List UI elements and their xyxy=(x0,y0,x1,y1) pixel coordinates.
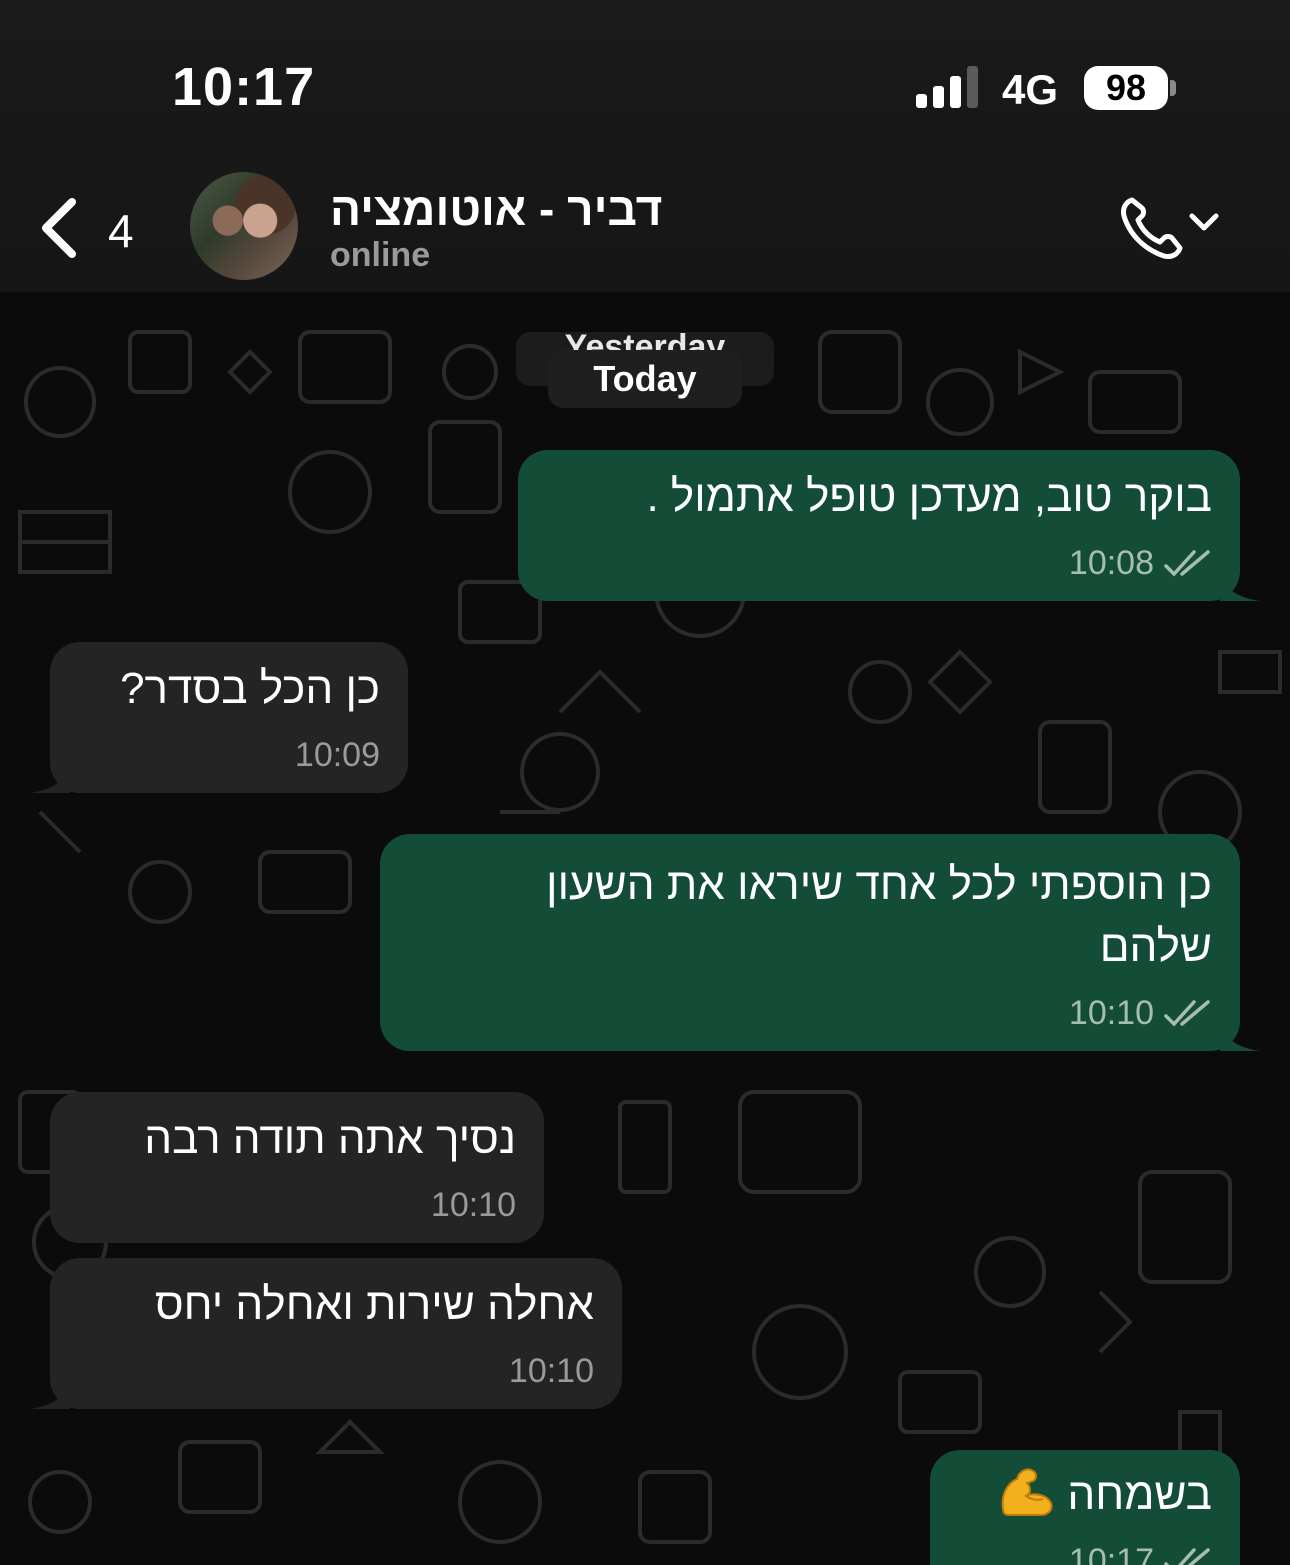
message-time: 10:17 xyxy=(1068,1542,1154,1565)
message-text-line: שלהם xyxy=(1099,922,1212,971)
bubble-tail xyxy=(1220,561,1260,601)
message-text: בשמחה xyxy=(993,1464,1212,1526)
chevron-down-icon xyxy=(1189,213,1219,231)
bubble-tail xyxy=(1220,1011,1260,1051)
message-text-line: כן הוספתי לכל אחד שיראו את השעון xyxy=(546,860,1212,909)
incoming-message[interactable]: כן הכל בסדר? 10:09 xyxy=(30,642,408,793)
battery-tip xyxy=(1170,80,1176,96)
network-type: 4G xyxy=(1002,66,1059,113)
incoming-message[interactable]: נסיך אתה תודה רבה 10:10 xyxy=(50,1092,544,1243)
message-text: כן הכל בסדר? xyxy=(120,664,380,713)
status-bar-time: 10:17 xyxy=(172,57,316,117)
call-button[interactable] xyxy=(1114,186,1234,266)
message-time: 10:08 xyxy=(1068,544,1154,582)
message-time: 10:09 xyxy=(294,736,380,774)
battery-indicator: 98 xyxy=(1084,66,1168,110)
contact-status: online xyxy=(330,236,431,274)
contact-avatar[interactable] xyxy=(190,172,298,280)
outgoing-message[interactable]: כן הוספתי לכל אחד שיראו את השעון שלהם 10… xyxy=(380,834,1260,1051)
contact-name[interactable]: דביר - אוטומציה xyxy=(330,182,662,236)
outgoing-message[interactable]: בוקר טוב, מעדכן טופל אתמול . 10:08 xyxy=(518,450,1260,601)
incoming-message[interactable]: אחלה שירות ואחלה יחס 10:10 xyxy=(30,1258,622,1409)
message-text-content: בשמחה xyxy=(1067,1470,1212,1519)
outgoing-message[interactable]: בשמחה 10:17 xyxy=(930,1450,1240,1565)
message-text: נסיך אתה תודה רבה xyxy=(144,1114,516,1163)
message-text: אחלה שירות ואחלה יחס xyxy=(154,1280,594,1329)
double-check-icon xyxy=(1164,1548,1210,1565)
date-chip-today: Today xyxy=(548,350,742,408)
double-check-icon xyxy=(1164,1000,1210,1027)
message-text: בוקר טוב, מעדכן טופל אתמול . xyxy=(646,472,1212,521)
message-time: 10:10 xyxy=(1068,994,1154,1032)
message-list[interactable]: Yesterday Today בוקר טוב, מעדכן טופל אתמ… xyxy=(0,292,1290,1565)
bubble-tail xyxy=(30,1369,70,1409)
message-time: 10:10 xyxy=(430,1186,516,1224)
chat-header: 10:17 4G 98 4 דביר - אוטומציה online xyxy=(0,0,1290,292)
back-unread-count[interactable]: 4 xyxy=(108,204,134,258)
message-time: 10:10 xyxy=(508,1352,594,1390)
bubble-tail xyxy=(30,753,70,793)
whatsapp-chat-screen: 10:17 4G 98 4 דביר - אוטומציה online Yes… xyxy=(0,0,1290,1565)
chevron-left-icon[interactable] xyxy=(36,196,84,260)
double-check-icon xyxy=(1164,550,1210,577)
flexed-biceps-icon xyxy=(1001,1468,1053,1516)
signal-strength-icon xyxy=(916,66,978,108)
phone-icon xyxy=(1121,197,1183,259)
